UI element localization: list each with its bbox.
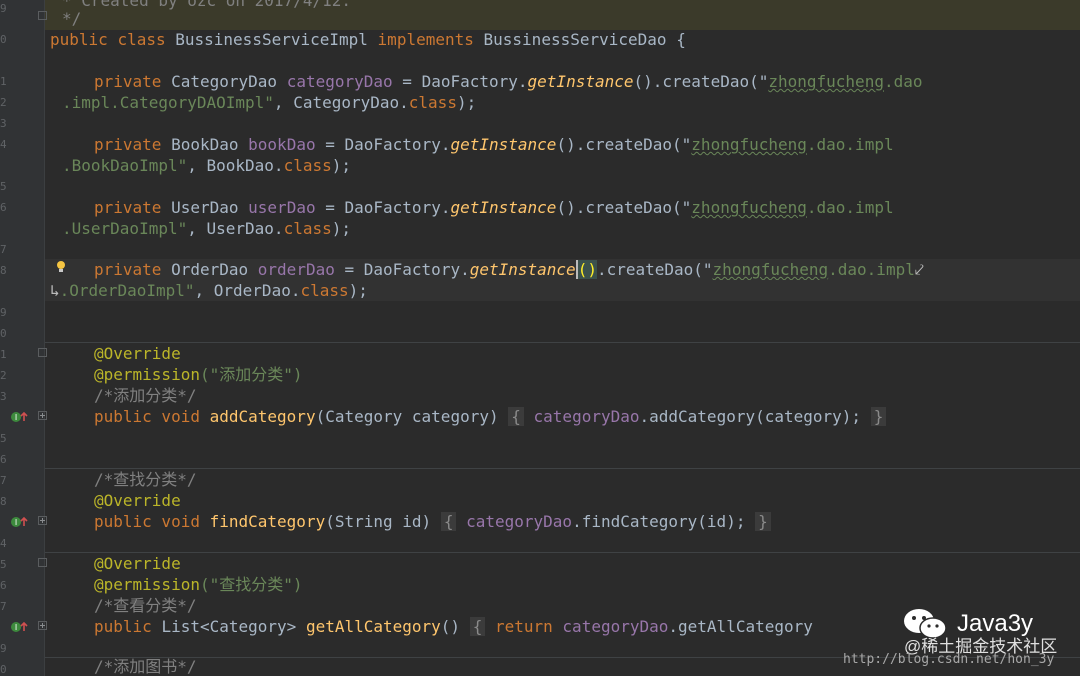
line-number: 5: [0, 180, 7, 193]
line-number: 9: [0, 306, 7, 319]
line-number: 7: [0, 474, 7, 487]
annotation-line[interactable]: @Override: [94, 490, 1080, 511]
line-number: 2: [0, 96, 7, 109]
svg-text:I: I: [15, 518, 17, 527]
field-declaration-continued[interactable]: .UserDaoImpl", UserDao.class);: [62, 218, 1080, 239]
method-declaration[interactable]: public void findCategory(String id) { ca…: [94, 511, 1080, 532]
method-declaration[interactable]: public void addCategory(Category categor…: [94, 406, 1080, 427]
line-number: 8: [0, 264, 7, 277]
fold-toggle[interactable]: [38, 11, 47, 20]
folded-region[interactable]: }: [755, 512, 771, 531]
line-number: 5: [0, 432, 7, 445]
line-number: 3: [0, 390, 7, 403]
annotation-line[interactable]: @Override: [94, 343, 1080, 364]
svg-text:I: I: [15, 623, 17, 632]
implements-method-icon[interactable]: I: [10, 410, 30, 424]
line-number: 0: [0, 33, 7, 46]
line-number: 6: [0, 201, 7, 214]
annotation-line[interactable]: @permission("添加分类"): [94, 364, 1080, 385]
matched-parens: (): [577, 260, 597, 279]
field-declaration[interactable]: private BookDao bookDao = DaoFactory.get…: [94, 134, 1080, 155]
interface-name: BussinessServiceDao: [483, 30, 667, 49]
line-number: 2: [0, 369, 7, 382]
class-declaration[interactable]: public class BussinessServiceImpl implem…: [50, 29, 1080, 50]
fold-toggle[interactable]: [38, 621, 47, 630]
wrap-arrow-icon: ⤦: [914, 260, 924, 279]
fold-toggle[interactable]: [38, 411, 47, 420]
line-number: 3: [0, 117, 7, 130]
editor-gutter: 9 0 1 2 3 4 5 6 7 8 9 0 1 2 3 5 6 7 8 4 …: [0, 0, 47, 676]
folded-region[interactable]: }: [870, 407, 887, 426]
line-number: 6: [0, 579, 7, 592]
field-declaration-continued[interactable]: .BookDaoImpl", BookDao.class);: [62, 155, 1080, 176]
field-declaration[interactable]: private CategoryDao categoryDao = DaoFac…: [94, 71, 1080, 92]
fold-toggle[interactable]: [38, 348, 47, 357]
line-number: 9: [0, 642, 7, 655]
folded-region[interactable]: {: [508, 407, 524, 426]
line-number: 7: [0, 243, 7, 256]
line-number: 0: [0, 663, 7, 676]
line-number: 4: [0, 537, 7, 550]
line-number: 0: [0, 327, 7, 340]
field-declaration-current[interactable]: private OrderDao orderDao = DaoFactory.g…: [45, 259, 1080, 280]
field-declaration-continued[interactable]: .impl.CategoryDAOImpl", CategoryDao.clas…: [62, 92, 1080, 113]
line-number: 6: [0, 453, 7, 466]
line-number: 7: [0, 600, 7, 613]
wrap-return-icon: ↳: [50, 281, 60, 300]
line-number: 5: [0, 558, 7, 571]
field-declaration[interactable]: private UserDao userDao = DaoFactory.get…: [94, 197, 1080, 218]
svg-text:I: I: [15, 413, 17, 422]
line-number: 4: [0, 138, 7, 151]
implements-method-icon[interactable]: I: [10, 620, 30, 634]
code-editor[interactable]: 9 0 1 2 3 4 5 6 7 8 9 0 1 2 3 5 6 7 8 4 …: [0, 0, 1080, 676]
line-number: 1: [0, 75, 7, 88]
field-declaration-continued[interactable]: ↳.OrderDaoImpl", OrderDao.class);: [45, 280, 1080, 301]
lightbulb-icon[interactable]: [55, 260, 67, 274]
doc-comment-end[interactable]: */: [62, 8, 1080, 29]
line-number: 8: [0, 495, 7, 508]
fold-toggle[interactable]: [38, 558, 47, 567]
watermark-url: http://blog.csdn.net/hon_3y: [843, 652, 1055, 667]
comment-line[interactable]: /*添加分类*/: [94, 385, 1080, 406]
line-number: 1: [0, 348, 7, 361]
line-number: 9: [0, 2, 7, 15]
annotation-line[interactable]: @permission("查找分类"): [94, 574, 1080, 595]
class-name: BussinessServiceImpl: [175, 30, 368, 49]
folded-region[interactable]: {: [440, 512, 457, 531]
folded-region[interactable]: {: [469, 617, 486, 636]
comment-line[interactable]: /*查找分类*/: [94, 469, 1080, 490]
fold-toggle[interactable]: [38, 516, 47, 525]
annotation-line[interactable]: @Override: [94, 553, 1080, 574]
implements-method-icon[interactable]: I: [10, 515, 30, 529]
